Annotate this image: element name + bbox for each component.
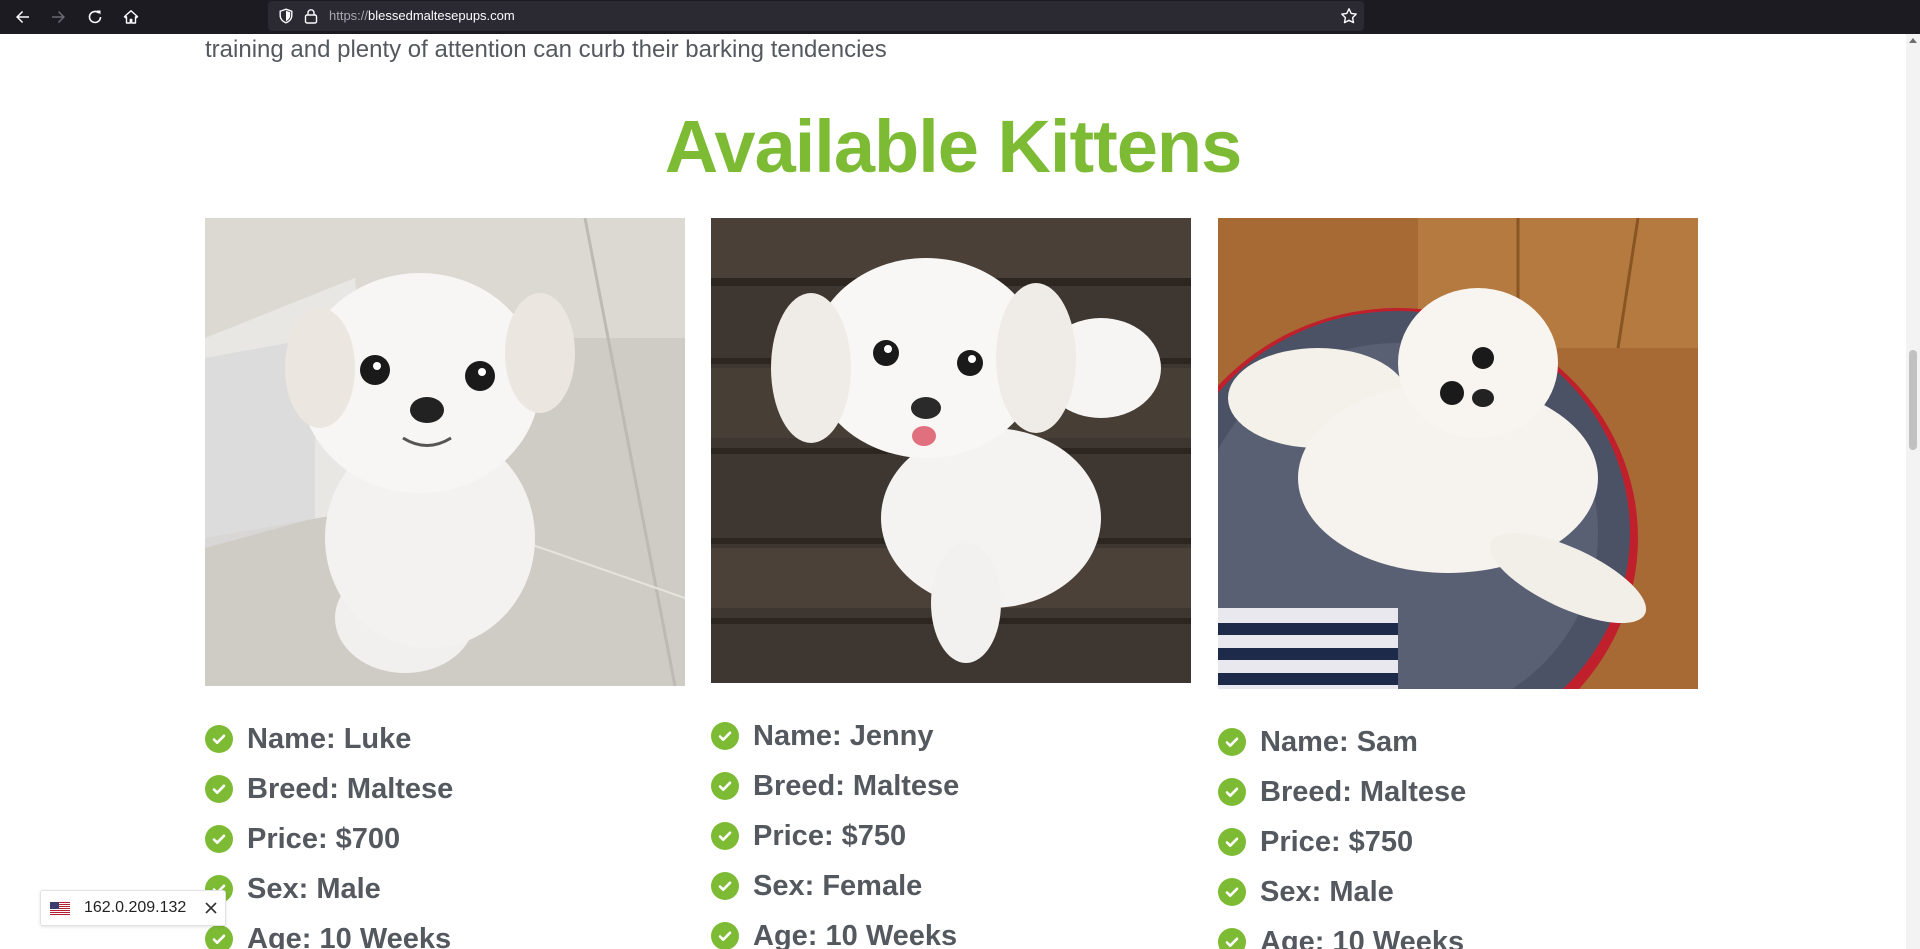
browser-toolbar: https://blessedmaltesepups.com [0,0,1920,34]
page-scrollbar[interactable] [1906,34,1920,949]
intro-text: training and plenty of attention can cur… [205,36,887,63]
url-protocol: https:// [329,8,369,23]
puppy-photo-luke [205,218,685,686]
kitten-card-jenny: Name: Jenny Breed: Maltese Price: $750 S… [711,218,1191,949]
detail-label: Price: $700 [247,822,401,855]
check-circle-icon [711,772,739,800]
check-circle-icon [711,722,739,750]
detail-age: Age: 10 Weeks [1218,917,1698,949]
detail-label: Sex: Male [247,872,381,905]
ip-address-badge: 162.0.209.132 [40,890,226,926]
scroll-up-arrow-icon[interactable] [1909,38,1917,43]
photo-sam [1218,218,1698,689]
detail-label: Price: $750 [753,819,907,852]
detail-age: Age: 10 Weeks [205,914,685,949]
check-circle-icon [711,872,739,900]
arrow-left-icon [16,10,29,24]
check-circle-icon [1218,778,1246,806]
detail-price: Price: $700 [205,814,685,864]
ip-address-text: 162.0.209.132 [84,899,187,916]
detail-label: Sex: Male [1260,875,1394,908]
check-circle-icon [205,725,233,753]
detail-sex: Sex: Male [1218,867,1698,917]
detail-label: Age: 10 Weeks [1260,925,1465,949]
detail-label: Age: 10 Weeks [753,919,958,949]
detail-price: Price: $750 [1218,817,1698,867]
check-circle-icon [205,825,233,853]
detail-age: Age: 10 Weeks [711,911,1191,949]
details-list-sam: Name: Sam Breed: Maltese Price: $750 Sex… [1218,717,1698,949]
detail-name: Name: Luke [205,714,685,764]
check-circle-icon [1218,728,1246,756]
scrollbar-thumb[interactable] [1909,350,1917,450]
check-circle-icon [1218,828,1246,856]
detail-label: Breed: Maltese [753,769,960,802]
home-button[interactable] [117,3,145,31]
detail-breed: Breed: Maltese [205,764,685,814]
detail-breed: Breed: Maltese [1218,767,1698,817]
bookmark-star-icon[interactable] [1340,7,1358,25]
forward-button[interactable] [44,3,72,31]
detail-price: Price: $750 [711,811,1191,861]
check-circle-icon [711,922,739,949]
details-list-luke: Name: Luke Breed: Maltese Price: $700 Se… [205,714,685,949]
detail-label: Breed: Maltese [247,772,454,805]
details-list-jenny: Name: Jenny Breed: Maltese Price: $750 S… [711,711,1191,949]
check-circle-icon [1218,928,1246,949]
kitten-card-luke: Name: Luke Breed: Maltese Price: $700 Se… [205,218,685,949]
detail-name: Name: Sam [1218,717,1698,767]
home-icon [123,10,139,24]
photo-luke [205,218,685,686]
detail-sex: Sex: Male [205,864,685,914]
kitten-card-sam: Name: Sam Breed: Maltese Price: $750 Sex… [1218,218,1698,949]
lock-icon[interactable] [304,8,318,24]
reload-button[interactable] [81,3,109,31]
detail-label: Name: Luke [247,722,412,755]
detail-name: Name: Jenny [711,711,1191,761]
us-flag-icon [50,901,70,915]
shield-icon[interactable] [278,8,294,24]
puppy-photo-jenny [711,218,1191,683]
photo-jenny [711,218,1191,683]
detail-label: Age: 10 Weeks [247,922,452,949]
puppy-photo-sam [1218,218,1698,689]
check-circle-icon [205,925,233,949]
detail-sex: Sex: Female [711,861,1191,911]
reload-icon [88,10,102,24]
url-host: blessedmaltesepups.com [368,8,515,23]
page-content: training and plenty of attention can cur… [0,34,1906,949]
arrow-right-icon [52,10,65,24]
check-circle-icon [711,822,739,850]
detail-label: Name: Jenny [753,719,934,752]
url-bar[interactable]: https://blessedmaltesepups.com [268,1,1364,31]
detail-breed: Breed: Maltese [711,761,1191,811]
detail-label: Sex: Female [753,869,923,902]
check-circle-icon [1218,878,1246,906]
back-button[interactable] [9,3,37,31]
detail-label: Price: $750 [1260,825,1414,858]
detail-label: Breed: Maltese [1260,775,1467,808]
close-icon[interactable] [204,901,218,915]
detail-label: Name: Sam [1260,725,1418,758]
url-text[interactable]: https://blessedmaltesepups.com [329,8,515,23]
check-circle-icon [205,775,233,803]
section-title: Available Kittens [664,105,1243,188]
